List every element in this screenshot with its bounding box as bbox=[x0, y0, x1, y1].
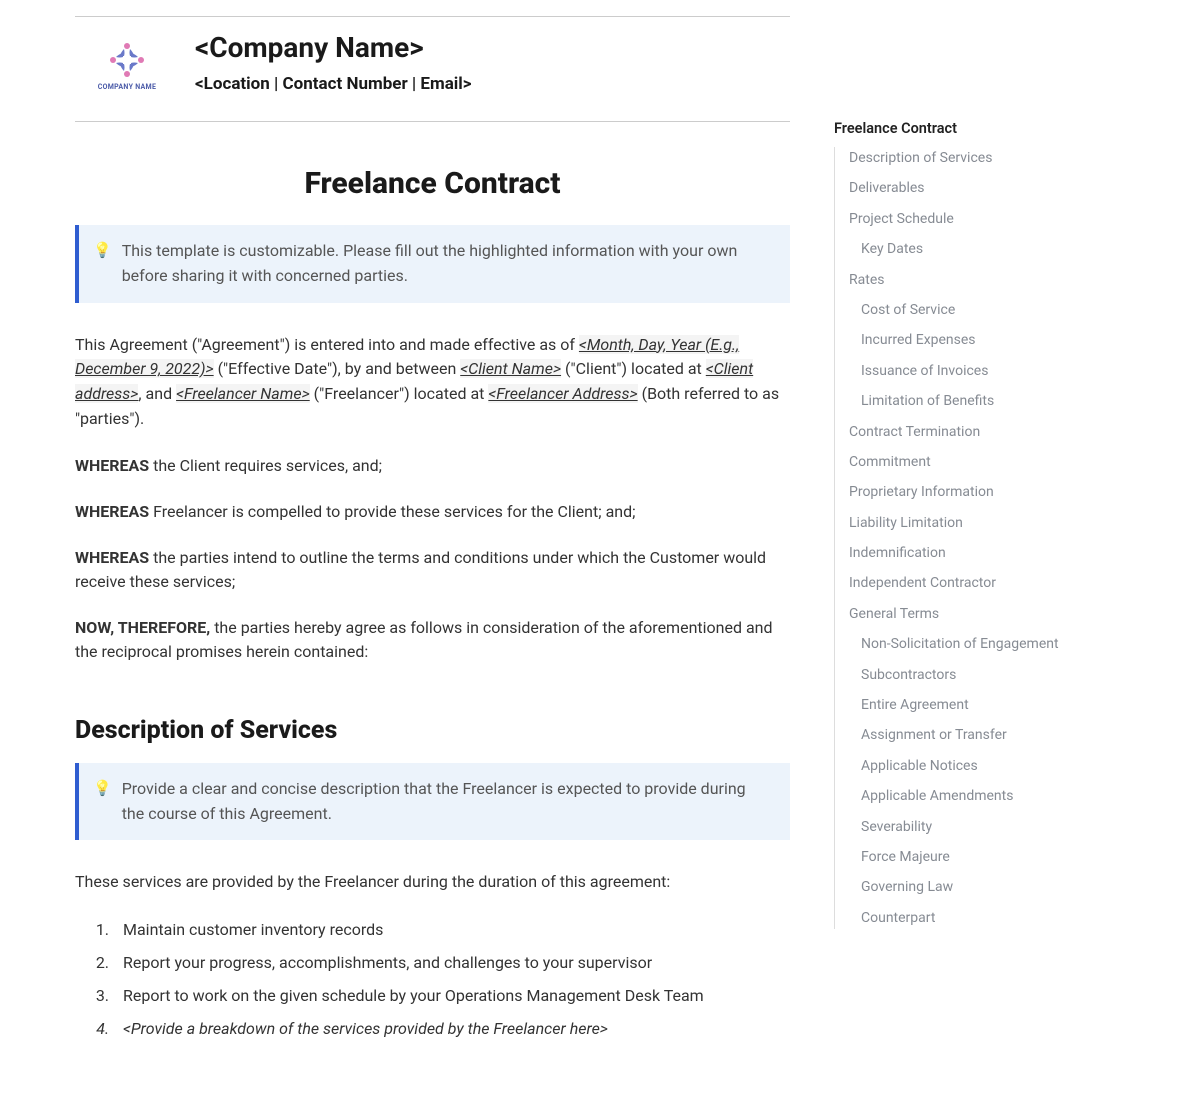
whereas-text-3: the parties intend to outline the terms … bbox=[75, 548, 766, 591]
agreement-intro: This Agreement ("Agreement") is entered … bbox=[75, 333, 790, 432]
freelancer-placeholder[interactable]: <Freelancer Name> bbox=[176, 384, 310, 403]
company-logo-icon bbox=[106, 39, 148, 81]
toc-sub-schedule: Key Dates bbox=[849, 238, 1150, 260]
toc-item-commitment[interactable]: Commitment bbox=[849, 451, 1150, 473]
whereas-text-2: Freelancer is compelled to provide these… bbox=[149, 502, 635, 521]
whereas-clause-3: WHEREAS the parties intend to outline th… bbox=[75, 546, 790, 594]
lightbulb-icon: 💡 bbox=[93, 239, 112, 262]
toc-item-schedule[interactable]: Project Schedule Key Dates bbox=[849, 208, 1150, 261]
table-of-contents: Freelance Contract Description of Servic… bbox=[790, 0, 1170, 1078]
whereas-clause-2: WHEREAS Freelancer is compelled to provi… bbox=[75, 500, 790, 524]
toc-sub-item[interactable]: Incurred Expenses bbox=[861, 329, 1150, 351]
toc-item-label: General Terms bbox=[849, 606, 939, 622]
description-callout: 💡 Provide a clear and concise descriptio… bbox=[75, 763, 790, 841]
toc-sub-item[interactable]: Governing Law bbox=[861, 876, 1150, 898]
lightbulb-icon: 💡 bbox=[93, 777, 112, 800]
toc-item-proprietary[interactable]: Proprietary Information bbox=[849, 481, 1150, 503]
toc-sub-item[interactable]: Non-Solicitation of Engagement bbox=[861, 633, 1150, 655]
toc-item-general[interactable]: General Terms Non-Solicitation of Engage… bbox=[849, 603, 1150, 929]
intro-pre1: This Agreement ("Agreement") is entered … bbox=[75, 335, 579, 354]
company-subtitle: <Location | Contact Number | Email> bbox=[195, 74, 472, 94]
customization-callout: 💡 This template is customizable. Please … bbox=[75, 225, 790, 303]
toc-item-independent[interactable]: Independent Contractor bbox=[849, 572, 1150, 594]
services-list: Maintain customer inventory records Repo… bbox=[75, 916, 790, 1043]
now-therefore-bold: NOW, THEREFORE, bbox=[75, 618, 210, 637]
toc-item-liability[interactable]: Liability Limitation bbox=[849, 512, 1150, 534]
intro-mid2: ("Client") located at bbox=[561, 359, 706, 378]
toc-item-indemnification[interactable]: Indemnification bbox=[849, 542, 1150, 564]
header-divider bbox=[75, 121, 790, 122]
toc-item-rates[interactable]: Rates Cost of Service Incurred Expenses … bbox=[849, 269, 1150, 413]
service-item-placeholder[interactable]: <Provide a breakdown of the services pro… bbox=[113, 1015, 790, 1044]
whereas-clause-1: WHEREAS the Client requires services, an… bbox=[75, 454, 790, 478]
callout-text: This template is customizable. Please fi… bbox=[122, 239, 772, 289]
section-description-title: Description of Services bbox=[75, 716, 790, 745]
toc-sub-item[interactable]: Counterpart bbox=[861, 907, 1150, 929]
toc-sub-item[interactable]: Severability bbox=[861, 816, 1150, 838]
document-main: COMPANY NAME <Company Name> <Location | … bbox=[0, 0, 790, 1078]
top-divider bbox=[75, 16, 790, 17]
toc-sub-item[interactable]: Cost of Service bbox=[861, 299, 1150, 321]
whereas-text-1: the Client requires services, and; bbox=[149, 456, 382, 475]
toc-list: Description of Services Deliverables Pro… bbox=[834, 147, 1150, 929]
toc-sub-item[interactable]: Subcontractors bbox=[861, 664, 1150, 686]
intro-mid1: ("Effective Date"), by and between bbox=[214, 359, 461, 378]
now-therefore-clause: NOW, THEREFORE, the parties hereby agree… bbox=[75, 616, 790, 664]
freelancer-address-placeholder[interactable]: <Freelancer Address> bbox=[488, 384, 637, 403]
toc-sub-item[interactable]: Entire Agreement bbox=[861, 694, 1150, 716]
client-placeholder[interactable]: <Client Name> bbox=[460, 359, 561, 378]
service-item: Report your progress, accomplishments, a… bbox=[113, 949, 790, 978]
service-item: Maintain customer inventory records bbox=[113, 916, 790, 945]
whereas-bold-1: WHEREAS bbox=[75, 456, 149, 475]
whereas-bold-3: WHEREAS bbox=[75, 548, 149, 567]
toc-sub-item[interactable]: Force Majeure bbox=[861, 846, 1150, 868]
description-callout-text: Provide a clear and concise description … bbox=[122, 777, 772, 827]
toc-item-description[interactable]: Description of Services bbox=[849, 147, 1150, 169]
toc-item-deliverables[interactable]: Deliverables bbox=[849, 177, 1150, 199]
intro-mid3: , and bbox=[138, 384, 176, 403]
services-lead: These services are provided by the Freel… bbox=[75, 870, 790, 894]
toc-item-label: Rates bbox=[849, 272, 884, 288]
toc-sub-item[interactable]: Applicable Notices bbox=[861, 755, 1150, 777]
intro-mid4: ("Freelancer") located at bbox=[310, 384, 489, 403]
toc-sub-rates: Cost of Service Incurred Expenses Issuan… bbox=[849, 299, 1150, 413]
whereas-bold-2: WHEREAS bbox=[75, 502, 149, 521]
service-item: Report to work on the given schedule by … bbox=[113, 982, 790, 1011]
document-header: COMPANY NAME <Company Name> <Location | … bbox=[75, 31, 790, 103]
company-info: <Company Name> <Location | Contact Numbe… bbox=[195, 31, 472, 94]
contract-title: Freelance Contract bbox=[75, 166, 790, 201]
company-name: <Company Name> bbox=[195, 31, 472, 64]
toc-sub-item[interactable]: Key Dates bbox=[861, 238, 1150, 260]
toc-sub-item[interactable]: Limitation of Benefits bbox=[861, 390, 1150, 412]
company-logo: COMPANY NAME bbox=[95, 39, 159, 103]
company-logo-text: COMPANY NAME bbox=[95, 83, 159, 91]
toc-sub-general: Non-Solicitation of Engagement Subcontra… bbox=[849, 633, 1150, 929]
toc-sub-item[interactable]: Applicable Amendments bbox=[861, 785, 1150, 807]
toc-item-termination[interactable]: Contract Termination bbox=[849, 421, 1150, 443]
toc-item-label: Project Schedule bbox=[849, 211, 954, 227]
toc-title[interactable]: Freelance Contract bbox=[834, 120, 1150, 137]
toc-sub-item[interactable]: Issuance of Invoices bbox=[861, 360, 1150, 382]
toc-sub-item[interactable]: Assignment or Transfer bbox=[861, 724, 1150, 746]
